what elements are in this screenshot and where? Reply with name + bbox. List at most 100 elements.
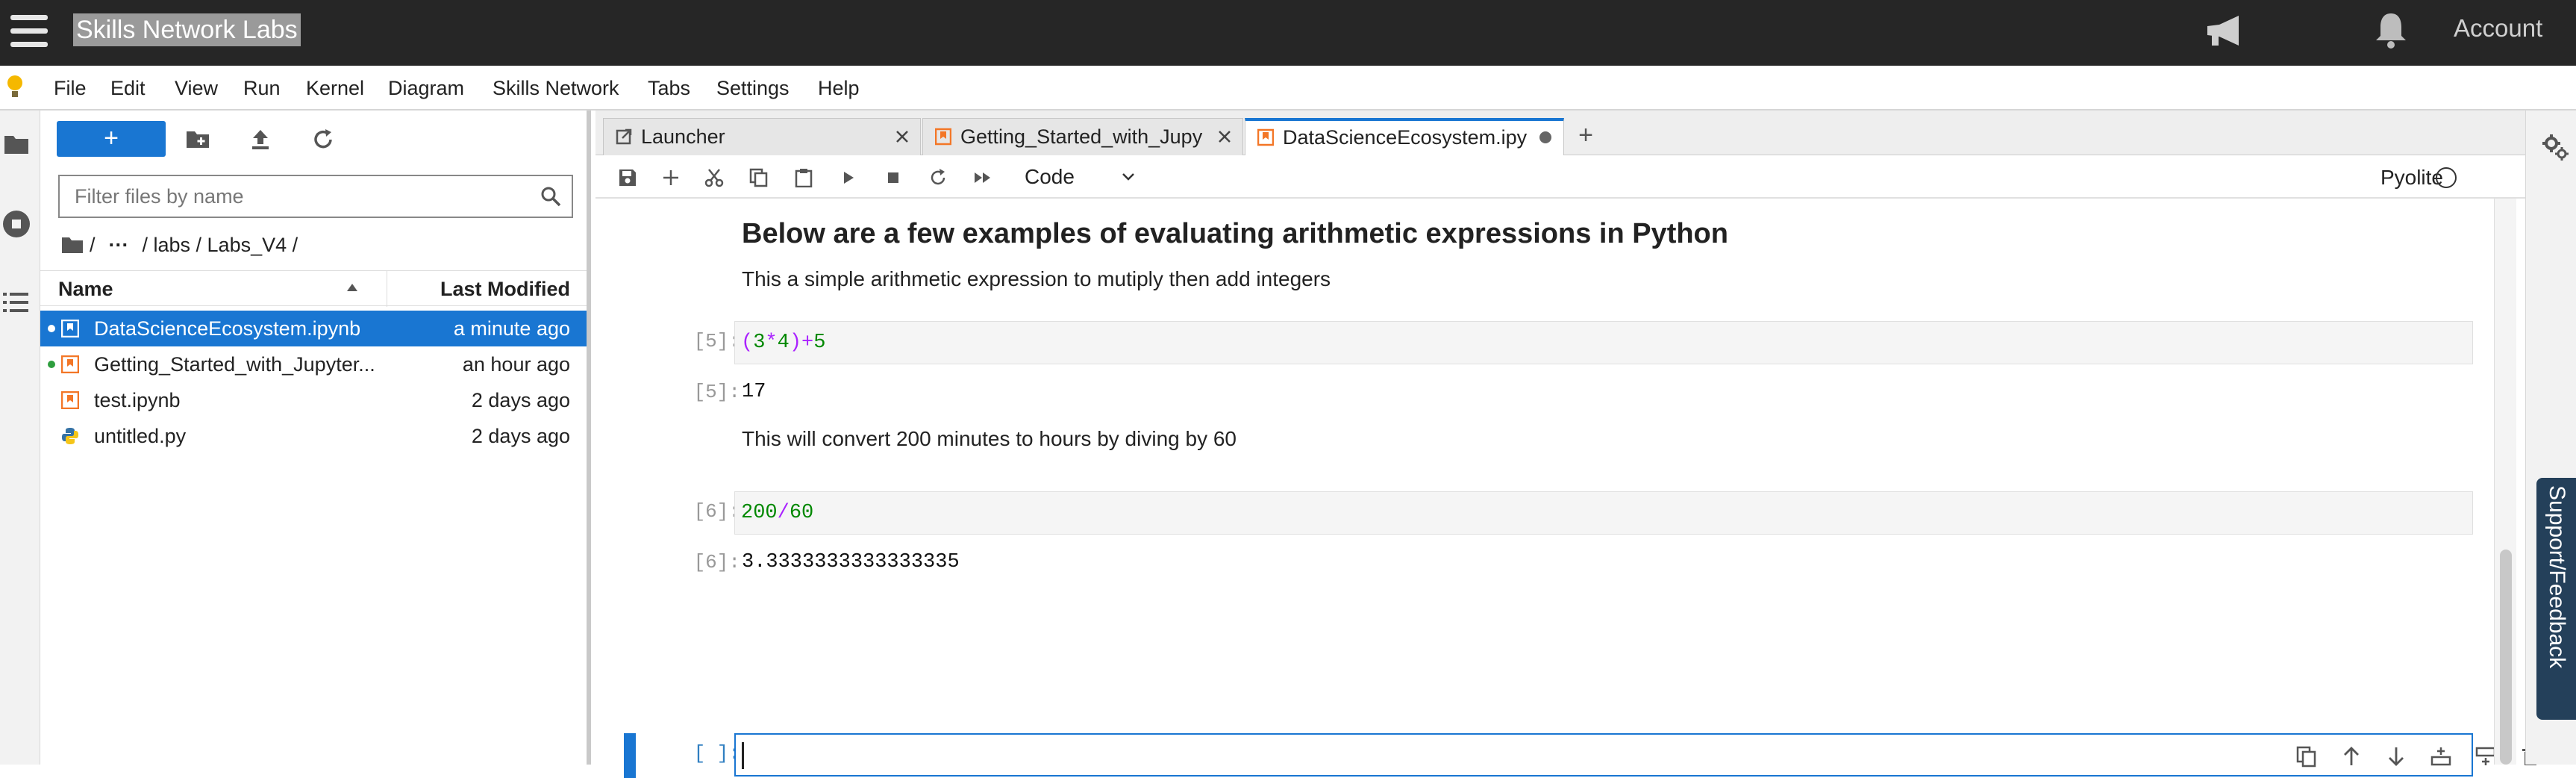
notebook-file-icon [61, 355, 79, 373]
right-sidebar: Support/Feedback [2525, 111, 2576, 765]
refresh-icon[interactable] [310, 127, 336, 152]
menu-diagram[interactable]: Diagram [388, 76, 464, 100]
tab-label: DataScienceEcosystem.ipy [1283, 126, 1528, 149]
bell-icon[interactable] [2373, 10, 2409, 49]
account-menu[interactable]: Account [2454, 13, 2542, 43]
active-cell-indicator [624, 733, 636, 778]
python-file-icon [61, 427, 79, 445]
stop-icon[interactable] [884, 168, 903, 187]
notebook-scrollbar[interactable] [2494, 199, 2516, 765]
brand-title: Skills Network Labs [73, 13, 301, 46]
breadcrumb-path[interactable]: / labs / Labs_V4 / [143, 234, 298, 257]
file-row[interactable]: DataScienceEcosystem.ipynb a minute ago [40, 311, 587, 346]
code-cell-input[interactable]: (3*4)+5 [734, 321, 2473, 364]
text-cursor [742, 742, 744, 769]
code-cell-input[interactable]: 200/60 [734, 491, 2473, 535]
jupyterlite-logo-icon [4, 73, 25, 100]
file-modified: 2 days ago [471, 389, 570, 411]
markdown-heading: Below are a few examples of evaluating a… [742, 218, 1728, 249]
add-tab-button[interactable]: + [1569, 119, 1602, 152]
top-header: Skills Network Labs Account [0, 0, 2576, 66]
menu-settings[interactable]: Settings [716, 76, 790, 100]
left-activity-bar [0, 111, 40, 765]
restart-icon[interactable] [928, 168, 948, 187]
megaphone-icon[interactable] [2201, 13, 2246, 50]
scrollbar-thumb[interactable] [2500, 550, 2512, 765]
menu-help[interactable]: Help [818, 76, 860, 100]
cell-type-value: Code [1025, 165, 1075, 188]
menu-tabs[interactable]: Tabs [648, 76, 690, 100]
close-icon[interactable] [1217, 129, 1232, 144]
active-code-cell[interactable] [734, 733, 2539, 777]
insert-cell-icon[interactable] [661, 168, 681, 187]
file-modified: 2 days ago [471, 425, 570, 447]
file-modified: an hour ago [462, 353, 570, 376]
menu-edit[interactable]: Edit [110, 76, 146, 100]
hamburger-icon[interactable] [7, 12, 51, 51]
output-prompt: [5]: [693, 381, 740, 403]
menu-run[interactable]: Run [243, 76, 281, 100]
tab-label: Getting_Started_with_Jupy [960, 125, 1203, 148]
breadcrumb-root[interactable]: / [90, 234, 96, 257]
table-of-contents-icon[interactable] [3, 291, 28, 314]
new-folder-icon[interactable] [185, 127, 210, 152]
file-name: Getting_Started_with_Jupyter... [94, 353, 375, 376]
kernel-status-icon [2436, 167, 2457, 188]
file-row[interactable]: untitled.py 2 days ago [40, 418, 587, 454]
running-kernels-icon[interactable] [1, 209, 31, 239]
file-name: untitled.py [94, 425, 187, 447]
notebook-icon [935, 128, 951, 146]
input-prompt: [ ]: [693, 742, 740, 765]
paste-icon[interactable] [794, 168, 813, 187]
column-name-header[interactable]: Name [58, 278, 113, 301]
file-modified: a minute ago [453, 317, 570, 340]
menu-bar: File Edit View Run Kernel Diagram Skills… [0, 66, 2576, 111]
breadcrumb: / ··· / labs / Labs_V4 / [61, 230, 298, 260]
menu-view[interactable]: View [175, 76, 218, 100]
file-name: DataScienceEcosystem.ipynb [94, 317, 361, 340]
chevron-down-icon [1120, 169, 1137, 185]
support-feedback-label: Support/Feedback [2545, 485, 2569, 669]
running-indicator [48, 325, 55, 332]
running-indicator [48, 361, 55, 368]
tab-datascience-ecosystem[interactable]: DataScienceEcosystem.ipy [1245, 118, 1564, 156]
notebook-panel: Below are a few examples of evaluating a… [595, 199, 2539, 778]
unsaved-dot-icon[interactable] [1538, 130, 1553, 145]
property-inspector-gear-icon[interactable] [2541, 133, 2569, 161]
home-folder-icon[interactable] [61, 236, 84, 254]
cell-type-select[interactable]: Code [1025, 161, 1151, 193]
cut-icon[interactable] [704, 168, 724, 187]
kernel-name[interactable]: Pyolite [2380, 166, 2443, 190]
column-modified-header[interactable]: Last Modified [440, 278, 570, 301]
run-icon[interactable] [839, 168, 858, 187]
notebook-toolbar: Code Pyolite [595, 155, 2525, 199]
tab-bar: Launcher Getting_Started_with_Jupy DataS… [595, 111, 2525, 156]
folder-icon[interactable] [3, 133, 30, 155]
save-icon[interactable] [618, 168, 637, 187]
tab-getting-started[interactable]: Getting_Started_with_Jupy [922, 118, 1243, 155]
cell-output: 17 [742, 381, 766, 403]
file-browser: + / ··· / labs / Labs_V4 / Name Last Mod… [40, 111, 591, 765]
tab-launcher[interactable]: Launcher [603, 118, 921, 155]
copy-icon[interactable] [749, 168, 769, 187]
output-prompt: [6]: [693, 551, 740, 573]
file-row[interactable]: Getting_Started_with_Jupyter... an hour … [40, 346, 587, 382]
fast-forward-icon[interactable] [973, 168, 992, 187]
notebook-file-icon [61, 320, 79, 337]
menu-file[interactable]: File [54, 76, 87, 100]
filter-files-input[interactable] [60, 176, 515, 217]
file-row[interactable]: test.ipynb 2 days ago [40, 382, 587, 418]
markdown-text: This will convert 200 minutes to hours b… [742, 427, 1237, 450]
support-feedback-button[interactable]: Support/Feedback [2536, 478, 2576, 720]
search-icon[interactable] [540, 186, 561, 207]
file-name: test.ipynb [94, 389, 181, 411]
new-launcher-button[interactable]: + [57, 121, 166, 157]
menu-skills-network[interactable]: Skills Network [493, 76, 619, 100]
upload-icon[interactable] [248, 127, 273, 152]
markdown-text: This a simple arithmetic expression to m… [742, 267, 1331, 290]
close-icon[interactable] [895, 129, 910, 144]
input-prompt: [5]: [693, 330, 740, 352]
sort-ascending-icon[interactable] [346, 283, 358, 292]
menu-kernel[interactable]: Kernel [306, 76, 364, 100]
breadcrumb-ellipsis[interactable]: ··· [109, 234, 129, 257]
